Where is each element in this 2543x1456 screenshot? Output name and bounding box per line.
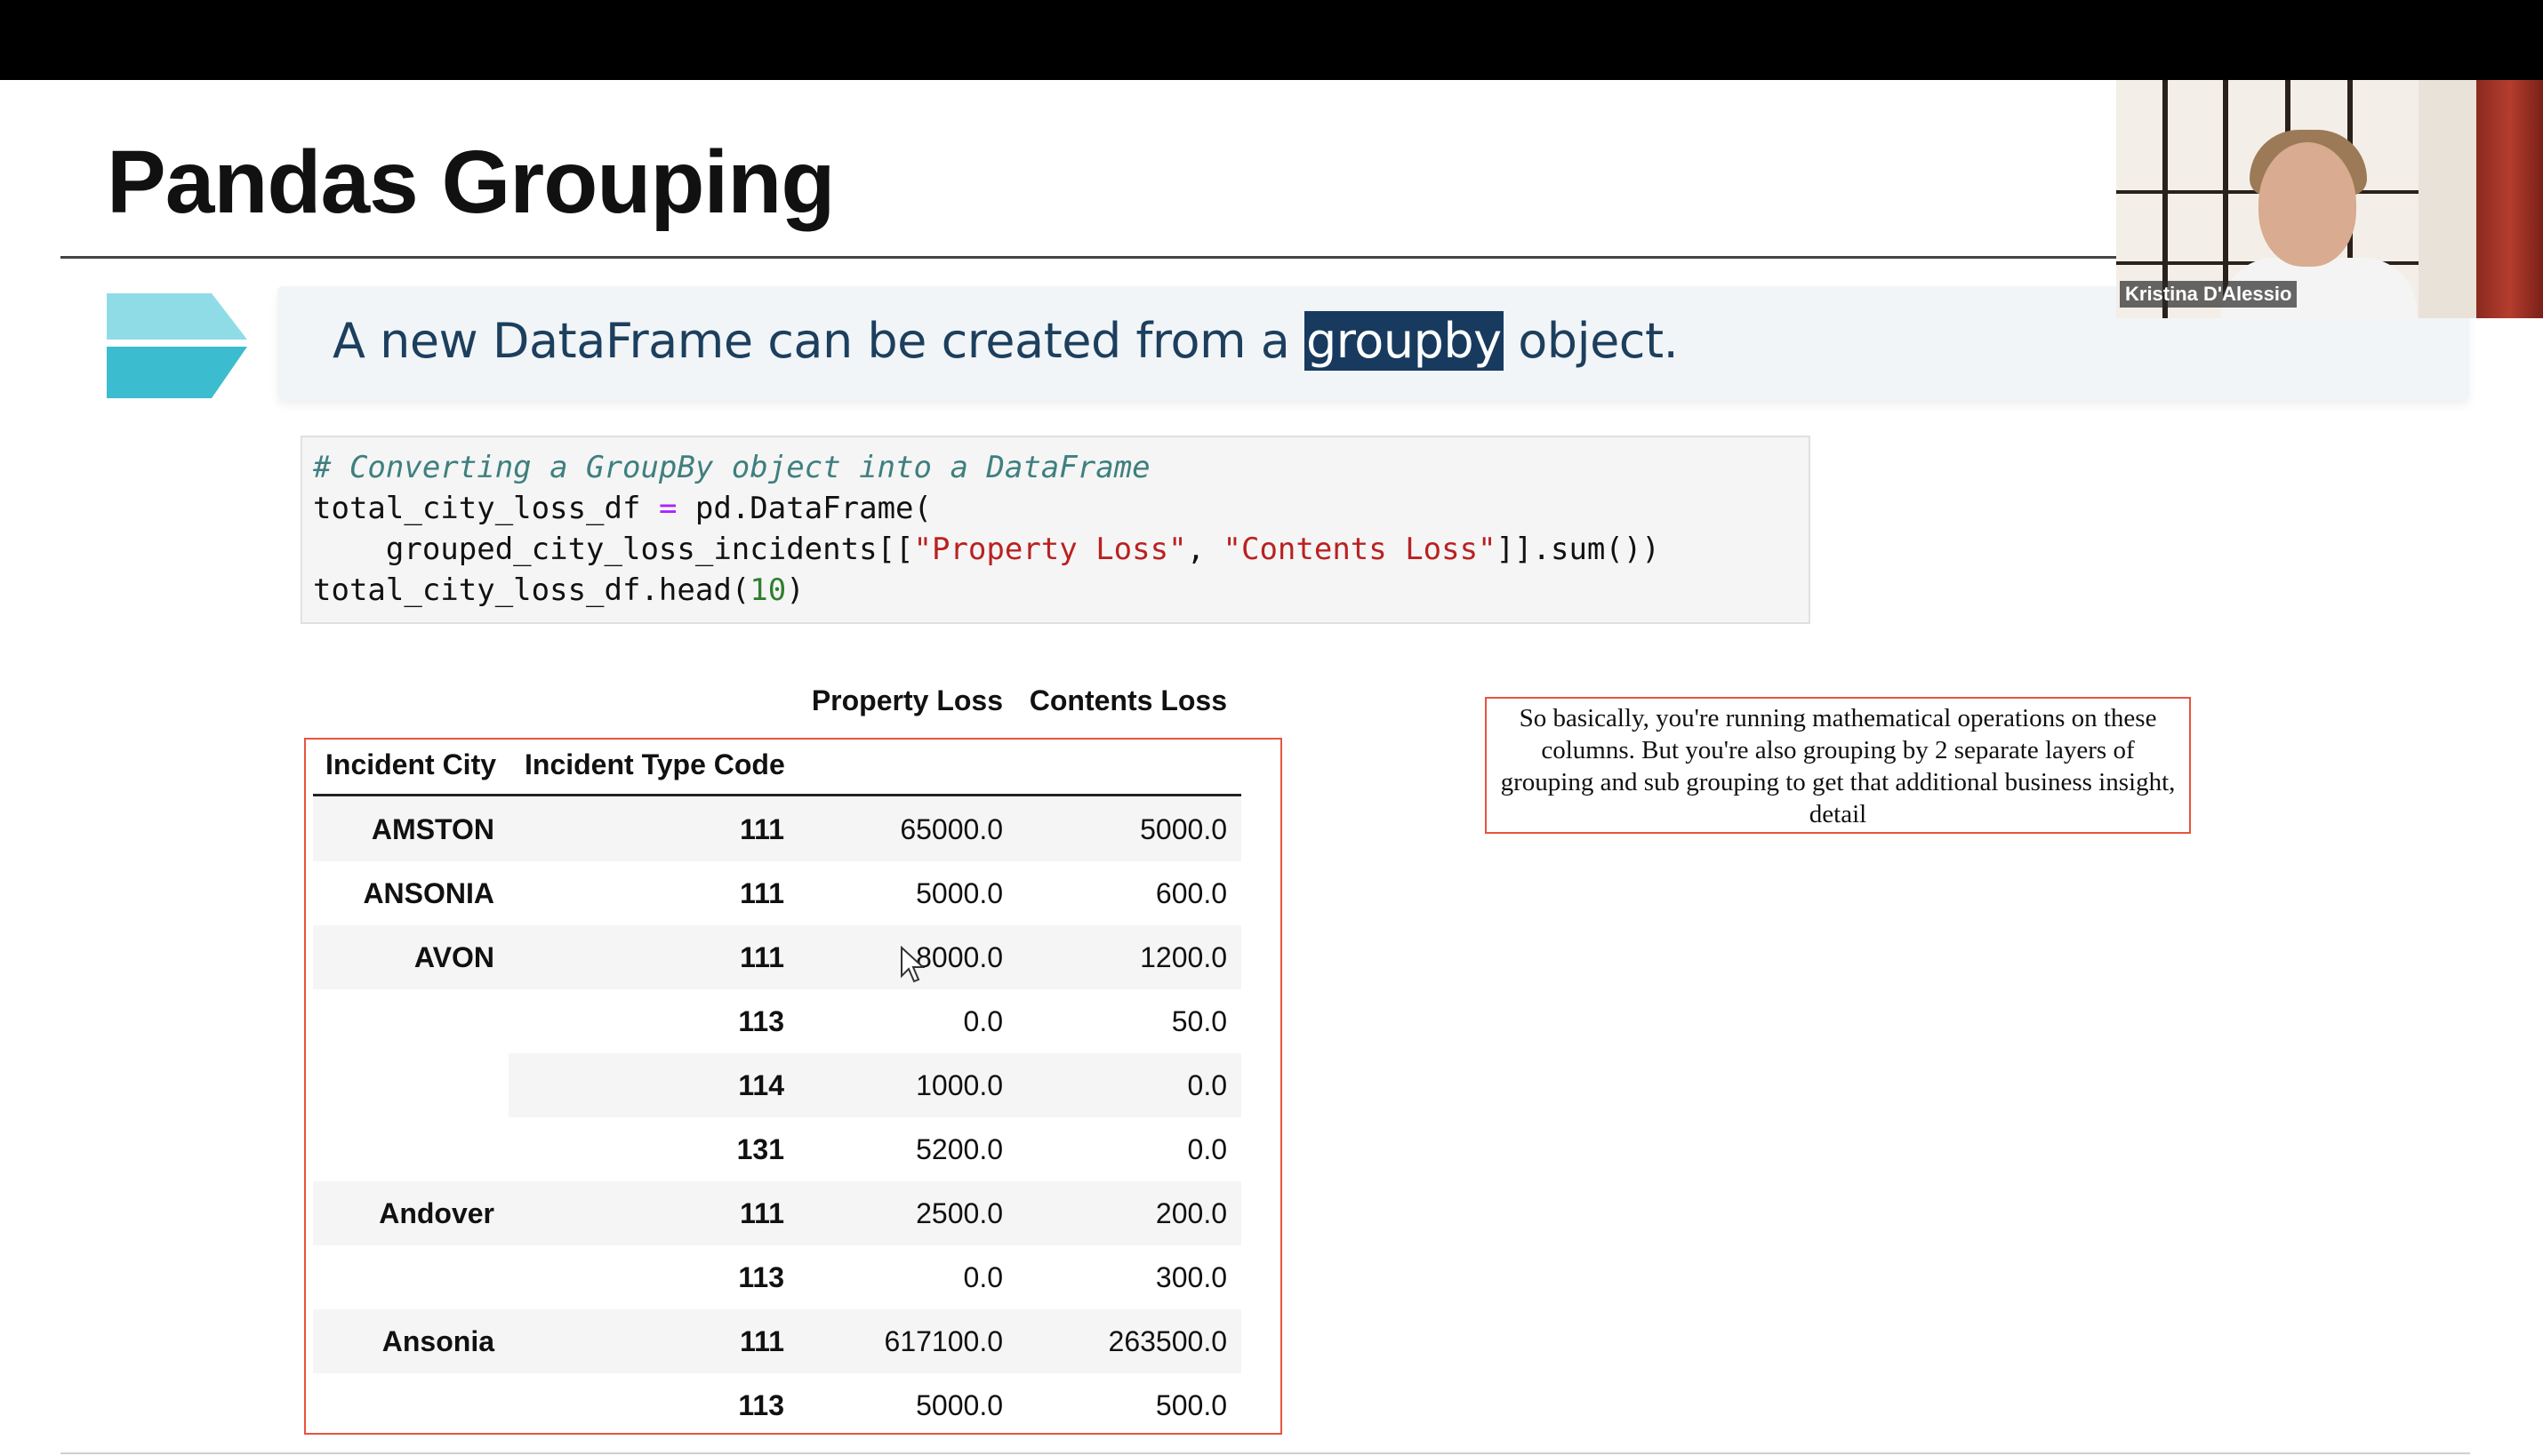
header-rule: [313, 794, 1241, 796]
code-text: grouped_city_loss_incidents[[: [313, 532, 914, 567]
code-line-1: # Converting a GroupBy object into a Dat…: [313, 450, 1151, 485]
code-string: "Property Loss": [913, 532, 1187, 567]
table-row: 114 1000.0 0.0: [313, 1053, 1241, 1117]
cell-contents-loss: 500.0: [1155, 1389, 1227, 1421]
cell-contents-loss: 5000.0: [1140, 813, 1227, 845]
cell-contents-loss: 0.0: [1187, 1133, 1227, 1165]
mouse-cursor-icon: [901, 946, 925, 983]
code-text: pd.DataFrame(: [677, 491, 932, 526]
cell-contents-loss: 300.0: [1155, 1261, 1227, 1293]
table-row: AVON 111 8000.0 1200.0: [313, 925, 1241, 989]
arrow-bullet-icon: [107, 293, 247, 398]
banner-text-start: A new DataFrame can be created from a: [333, 313, 1305, 369]
title-divider: [60, 256, 2123, 259]
table-row: 113 0.0 300.0: [313, 1245, 1241, 1309]
table-row: Ansonia 111 617100.0 263500.0: [313, 1309, 1241, 1373]
table-row: Andover 111 2500.0 200.0: [313, 1181, 1241, 1245]
table-row: 113 0.0 50.0: [313, 989, 1241, 1053]
code-line-2: total_city_loss_df = pd.DataFrame(: [313, 491, 932, 526]
cell-contents-loss: 200.0: [1155, 1197, 1227, 1229]
code-text: ,: [1186, 532, 1223, 567]
code-string: "Contents Loss": [1223, 532, 1496, 567]
cell-contents-loss: 1200.0: [1140, 941, 1227, 973]
banner-text-end: object.: [1503, 313, 1679, 369]
code-text: total_city_loss_df.head(: [313, 572, 750, 608]
column-header-contents-loss: Contents Loss: [1029, 684, 1227, 716]
code-line-3: grouped_city_loss_incidents[["Property L…: [313, 532, 1660, 567]
table-row: 113 5000.0 500.0: [313, 1373, 1241, 1437]
code-text: total_city_loss_df: [313, 491, 659, 526]
code-comment: # Converting a GroupBy object into a Dat…: [313, 450, 1151, 485]
table-row: AMSTON 111 65000.0 5000.0: [313, 797, 1241, 861]
top-black-bar: [0, 0, 2543, 80]
column-header-property-loss: Property Loss: [811, 684, 1003, 716]
cell-contents-loss: 263500.0: [1108, 1325, 1227, 1357]
background-curtain: [2476, 80, 2543, 318]
index-header-incident-type-code: Incident Type Code: [525, 748, 785, 780]
table-row: 131 5200.0 0.0: [313, 1117, 1241, 1181]
presenter-face: [2258, 142, 2356, 267]
code-line-4: total_city_loss_df.head(10): [313, 572, 805, 608]
banner-text: A new DataFrame can be created from a gr…: [333, 311, 1679, 371]
code-text: ): [786, 572, 805, 608]
table-row: ANSONIA 111 5000.0 600.0: [313, 861, 1241, 925]
code-text: ]].sum()): [1496, 532, 1660, 567]
webcam-video-feed[interactable]: Kristina D'Alessio: [2116, 80, 2543, 318]
banner-highlight-groupby: groupby: [1304, 311, 1504, 371]
slide-title: Pandas Grouping: [107, 132, 835, 232]
code-operator: =: [658, 491, 678, 526]
cell-contents-loss: 50.0: [1171, 1005, 1227, 1037]
index-header-incident-city: Incident City: [325, 748, 497, 780]
caption-note: So basically, you're running mathematica…: [1485, 697, 2191, 834]
cell-contents-loss: 0.0: [1187, 1069, 1227, 1101]
code-cell: # Converting a GroupBy object into a Dat…: [301, 436, 1810, 624]
code-number: 10: [750, 572, 787, 608]
participant-name-label: Kristina D'Alessio: [2120, 281, 2298, 308]
bottom-divider: [60, 1452, 2470, 1454]
cell-contents-loss: 600.0: [1155, 877, 1227, 909]
